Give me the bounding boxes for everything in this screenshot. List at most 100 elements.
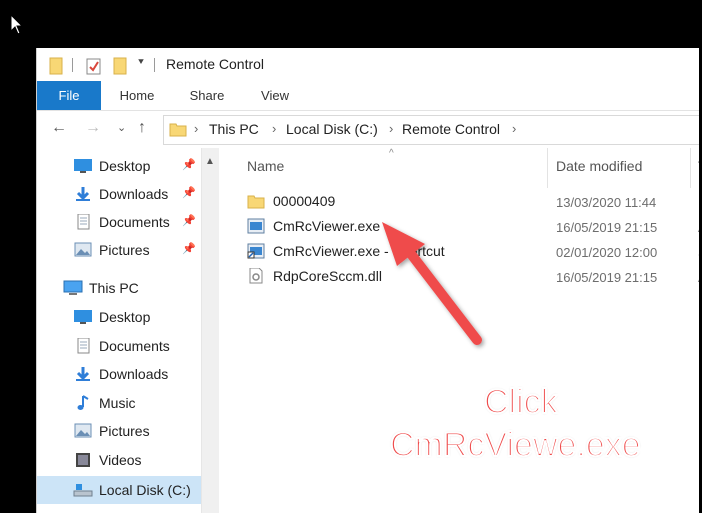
nav-item-label: Downloads: [99, 186, 169, 202]
nav-item-desktop[interactable]: Desktop: [73, 154, 150, 178]
tab-view[interactable]: View: [247, 81, 303, 110]
file-row-cmrcviewer-exe[interactable]: CmRcViewer.exe: [247, 218, 380, 234]
up-arrow-icon[interactable]: ↑: [138, 119, 146, 137]
breadcrumb-this-pc[interactable]: This PC: [209, 121, 259, 137]
nav-item-downloads[interactable]: Downloads: [73, 182, 168, 206]
annotation-text-line1: Click: [483, 382, 559, 422]
separator: [154, 58, 155, 72]
title-bar: ⯆ Remote Control: [37, 48, 699, 81]
pin-icon[interactable]: 📌: [182, 158, 196, 171]
nav-item-videos[interactable]: Videos: [73, 448, 142, 472]
file-date: 16/05/2019 21:15: [556, 270, 658, 285]
exe-icon: [247, 218, 265, 234]
desktop-background: [0, 0, 702, 48]
properties-icon[interactable]: [86, 57, 102, 75]
column-header-name[interactable]: Name: [247, 158, 284, 174]
tab-home[interactable]: Home: [109, 81, 165, 110]
breadcrumb-remote-control[interactable]: Remote Control: [402, 121, 500, 137]
tab-share[interactable]: Share: [179, 81, 235, 110]
nav-item-this-pc[interactable]: This PC: [63, 276, 139, 300]
column-divider[interactable]: [547, 148, 548, 188]
file-name: 00000409: [273, 193, 336, 209]
file-date: 02/01/2020 12:00: [556, 245, 658, 260]
pin-icon[interactable]: 📌: [182, 214, 196, 227]
desktop-icon: [74, 159, 92, 173]
nav-item-label: Desktop: [99, 158, 151, 174]
music-icon: [77, 395, 89, 410]
nav-item-documents[interactable]: Documents: [73, 334, 170, 358]
nav-item-desktop[interactable]: Desktop: [73, 305, 150, 329]
nav-item-label: Documents: [99, 338, 170, 354]
breadcrumb-separator[interactable]: ›: [389, 121, 393, 136]
nav-item-label: Pictures: [99, 242, 150, 258]
breadcrumb-separator[interactable]: ›: [512, 121, 516, 136]
file-name: CmRcViewer.exe: [273, 218, 381, 234]
breadcrumb-separator: ›: [194, 121, 199, 136]
file-row-cmrcviewer-shortcut[interactable]: CmRcViewer.exe - Shortcut: [247, 243, 445, 259]
drive-icon: [73, 484, 93, 497]
separator: [72, 58, 73, 72]
breadcrumb-local-disk[interactable]: Local Disk (C:): [286, 121, 378, 137]
recent-locations-chevron-icon[interactable]: ⌄: [117, 121, 126, 134]
navigation-pane: Desktop 📌 Downloads 📌 Documents 📌 Pictur…: [37, 148, 221, 513]
nav-item-local-disk[interactable]: Local Disk (C:): [37, 476, 201, 504]
new-folder-icon[interactable]: [113, 57, 127, 75]
file-date: 16/05/2019 21:15: [556, 220, 658, 235]
nav-item-label: Videos: [99, 452, 142, 468]
nav-item-label: Local Disk (C:): [99, 482, 191, 498]
videos-icon: [76, 453, 90, 467]
breadcrumb-separator[interactable]: ›: [272, 121, 276, 136]
computer-icon: [63, 280, 83, 295]
nav-item-label: Desktop: [99, 309, 151, 325]
desktop-icon: [74, 310, 92, 324]
mouse-cursor-icon: [10, 14, 24, 35]
sort-ascending-icon: ^: [389, 148, 394, 159]
file-row-00000409[interactable]: 00000409: [247, 193, 335, 209]
column-divider[interactable]: [690, 148, 691, 188]
navigation-bar: ← → ⌄ ↑ › This PC › Local Disk (C:) › Re…: [37, 110, 699, 148]
scroll-up-icon[interactable]: ▲: [205, 156, 215, 167]
pin-icon[interactable]: 📌: [182, 186, 196, 199]
dll-icon: [249, 268, 263, 284]
window-title: Remote Control: [166, 56, 265, 72]
nav-item-music[interactable]: Music: [73, 391, 136, 415]
nav-item-downloads[interactable]: Downloads: [73, 362, 168, 386]
annotation-text-line2: CmRcViewe.exe: [389, 425, 642, 465]
back-arrow-icon[interactable]: ←: [51, 119, 67, 137]
file-type: A: [698, 220, 699, 235]
folder-icon: [49, 57, 63, 75]
nav-item-documents[interactable]: Documents: [73, 210, 170, 234]
nav-item-pictures[interactable]: Pictures: [73, 238, 150, 262]
pictures-icon: [74, 423, 92, 438]
shortcut-icon: [247, 243, 265, 259]
folder-icon: [169, 123, 187, 137]
documents-icon: [77, 338, 90, 354]
forward-arrow-icon[interactable]: →: [85, 119, 101, 137]
tab-file[interactable]: File: [37, 81, 101, 110]
pictures-icon: [74, 242, 92, 257]
file-type: S: [698, 245, 699, 260]
file-date: 13/03/2020 11:44: [556, 195, 657, 210]
file-type: A: [698, 270, 699, 285]
file-row-rdpcoresccm-dll[interactable]: RdpCoreSccm.dll: [247, 268, 382, 284]
file-name: RdpCoreSccm.dll: [273, 268, 382, 284]
file-type: F: [698, 195, 699, 210]
pin-icon[interactable]: 📌: [182, 242, 196, 255]
file-name: CmRcViewer.exe - Shortcut: [273, 243, 445, 259]
nav-pane-scrollbar[interactable]: [201, 148, 219, 513]
nav-item-label: Downloads: [99, 366, 169, 382]
ribbon-tabs: File Home Share View: [37, 81, 699, 111]
quick-access-dropdown-icon[interactable]: ⯆: [137, 57, 145, 68]
documents-icon: [77, 214, 90, 230]
nav-item-label: Documents: [99, 214, 170, 230]
download-icon: [76, 187, 90, 201]
nav-item-pictures[interactable]: Pictures: [73, 419, 150, 443]
folder-icon: [247, 195, 265, 209]
nav-item-label: This PC: [89, 280, 139, 296]
column-header-date-modified[interactable]: Date modified: [556, 158, 642, 174]
download-icon: [76, 367, 90, 381]
nav-item-label: Pictures: [99, 423, 150, 439]
desktop-background-left: [0, 0, 36, 513]
column-header-type[interactable]: T: [698, 158, 699, 174]
address-bar[interactable]: › This PC › Local Disk (C:) › Remote Con…: [163, 115, 699, 145]
